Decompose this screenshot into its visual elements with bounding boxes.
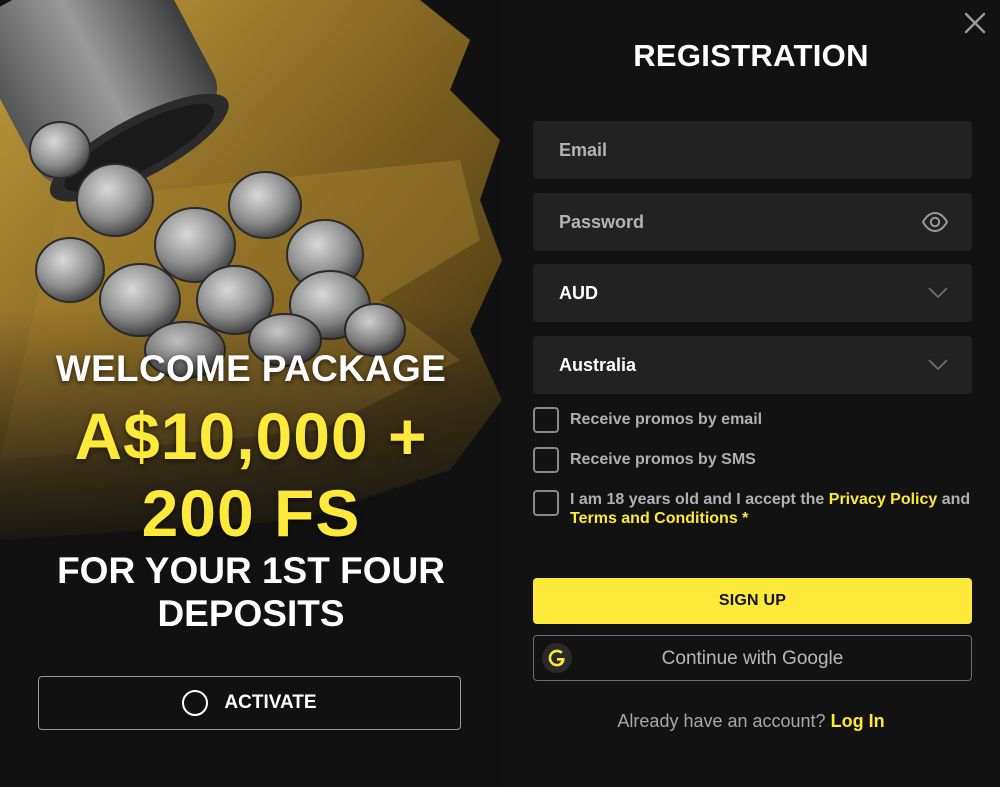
promo-sms-option: Receive promos by SMS bbox=[533, 447, 972, 473]
chevron-down-icon bbox=[928, 359, 948, 371]
promo-deposits-text: FOR YOUR 1ST FOUR DEPOSITS bbox=[0, 549, 502, 635]
required-mark: * bbox=[742, 510, 749, 527]
sign-up-button[interactable]: SIGN UP bbox=[533, 578, 972, 624]
email-input[interactable] bbox=[559, 139, 946, 161]
promo-amount: A$10,000 + bbox=[74, 399, 428, 473]
registration-title: REGISTRATION bbox=[633, 38, 869, 73]
login-prompt: Already have an account? Log In bbox=[502, 711, 1000, 732]
promo-deposits-line-2: DEPOSITS bbox=[157, 593, 345, 634]
terms-checkbox[interactable] bbox=[533, 490, 559, 516]
password-input[interactable] bbox=[559, 211, 946, 233]
log-in-link[interactable]: Log In bbox=[831, 711, 885, 731]
country-select[interactable]: Australia bbox=[533, 336, 972, 394]
currency-select[interactable]: AUD bbox=[533, 264, 972, 322]
country-value: Australia bbox=[559, 354, 637, 375]
promo-headline: WELCOME PACKAGE bbox=[55, 348, 447, 389]
account-prompt-text: Already have an account? bbox=[617, 711, 826, 731]
activate-label: ACTIVATE bbox=[224, 692, 317, 713]
promo-free-spins: 200 FS bbox=[141, 476, 361, 550]
terms-prefix: I am 18 years old and I accept the bbox=[570, 491, 825, 508]
google-signin-button[interactable]: Continue with Google bbox=[533, 635, 972, 681]
terms-conditions-link[interactable]: Terms and Conditions bbox=[570, 510, 738, 527]
terms-label: I am 18 years old and I accept the Priva… bbox=[570, 487, 972, 528]
promo-sms-checkbox[interactable] bbox=[533, 447, 559, 473]
privacy-policy-link[interactable]: Privacy Policy bbox=[829, 491, 938, 508]
google-button-label: Continue with Google bbox=[661, 648, 844, 669]
activate-button[interactable]: ACTIVATE bbox=[38, 676, 461, 730]
promo-sms-label: Receive promos by SMS bbox=[570, 451, 756, 468]
password-field[interactable] bbox=[533, 193, 972, 251]
promo-email-label: Receive promos by email bbox=[570, 411, 763, 428]
terms-and: and bbox=[941, 491, 971, 508]
registration-form-panel: REGISTRATION AUD Australia Receive promo… bbox=[502, 0, 1000, 787]
promo-email-checkbox[interactable] bbox=[533, 407, 559, 433]
promo-email-option: Receive promos by email bbox=[533, 407, 972, 433]
welcome-promo-panel: WELCOME PACKAGE A$10,000 + 200 FS FOR YO… bbox=[0, 0, 502, 787]
close-icon[interactable] bbox=[962, 10, 988, 36]
currency-value: AUD bbox=[559, 282, 598, 303]
email-field[interactable] bbox=[533, 121, 972, 179]
radio-circle-icon bbox=[182, 690, 209, 716]
chevron-down-icon bbox=[928, 287, 948, 299]
promo-deposits-line-1: FOR YOUR 1ST FOUR bbox=[57, 550, 445, 591]
terms-option: I am 18 years old and I accept the Priva… bbox=[533, 490, 972, 528]
eye-icon[interactable] bbox=[922, 212, 948, 232]
